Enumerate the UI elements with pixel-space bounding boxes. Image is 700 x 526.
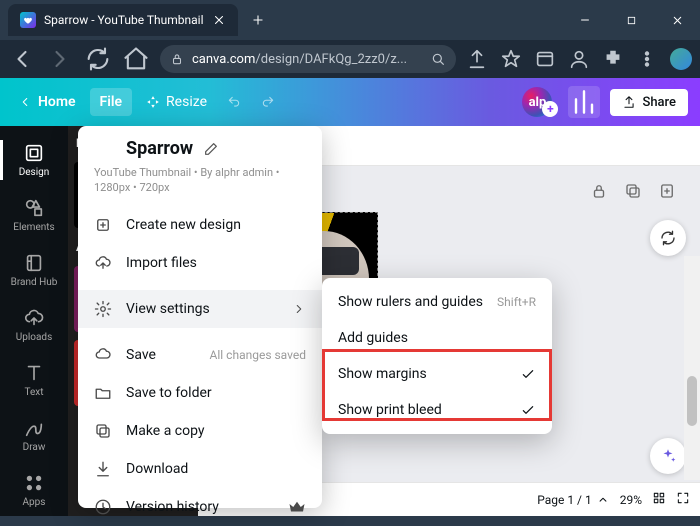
share-url-icon[interactable] [466, 48, 488, 70]
window-minimize[interactable] [562, 0, 608, 40]
zoom-level[interactable]: 29% [620, 493, 642, 507]
menu-import-files[interactable]: Import files [78, 244, 322, 282]
canva-favicon [20, 12, 36, 28]
window-maximize[interactable] [608, 0, 654, 40]
menu-save[interactable]: SaveAll changes saved [78, 336, 322, 374]
redo-button[interactable] [255, 91, 281, 113]
resize-label: Resize [166, 94, 207, 110]
resize-button[interactable]: Resize [140, 90, 213, 114]
submenu-add-guides[interactable]: Add guides [322, 320, 552, 356]
add-member-icon[interactable]: + [542, 101, 558, 117]
sidebar-item-elements[interactable]: Elements [0, 189, 68, 242]
back-button[interactable] [8, 45, 36, 73]
search-in-url-icon[interactable] [430, 51, 446, 67]
left-sidebar: Design Elements Brand Hub Uploads Text D… [0, 126, 68, 516]
magic-button[interactable] [650, 438, 686, 474]
browser-address-bar: canva.com/design/DAFkQg_2zz0/z... [0, 40, 700, 78]
window-icon[interactable] [534, 48, 556, 70]
edit-title-icon[interactable] [203, 141, 219, 157]
add-page-icon[interactable] [658, 182, 676, 200]
file-menu-button[interactable]: File [90, 88, 133, 116]
sidebar-item-design[interactable]: Design [0, 134, 68, 187]
extensions-icon[interactable] [602, 48, 624, 70]
home-button[interactable] [122, 45, 150, 73]
new-tab-button[interactable] [244, 6, 272, 34]
menu-view-settings[interactable]: View settings [78, 290, 322, 328]
menu-version-history[interactable]: Version history [78, 488, 322, 526]
sidebar-item-apps[interactable]: Apps [0, 463, 68, 516]
page-indicator[interactable]: Page 1 / 1 [537, 493, 610, 507]
shortcut-label: Shift+R [497, 295, 536, 309]
sidebar-item-text[interactable]: Text [0, 353, 68, 406]
file-title: Sparrow [126, 138, 193, 159]
forward-button[interactable] [46, 45, 74, 73]
duplicate-page-icon[interactable] [624, 182, 642, 200]
check-icon [520, 366, 536, 382]
file-panel: Sparrow YouTube Thumbnail • By alphr adm… [78, 126, 322, 508]
submenu-show-margins[interactable]: Show margins [322, 356, 552, 392]
menu-make-copy[interactable]: Make a copy [78, 412, 322, 450]
browser-tab[interactable]: Sparrow - YouTube Thumbnail [8, 4, 238, 36]
tab-title: Sparrow - YouTube Thumbnail [44, 13, 204, 27]
share-button[interactable]: Share [610, 89, 688, 116]
url-box[interactable]: canva.com/design/DAFkQg_2zz0/z... [160, 45, 456, 73]
undo-button[interactable] [221, 91, 247, 113]
check-icon [520, 402, 536, 418]
account-icon[interactable] [568, 48, 590, 70]
analytics-button[interactable] [568, 86, 600, 118]
crown-icon [288, 498, 306, 516]
browser-titlebar: Sparrow - YouTube Thumbnail [0, 0, 700, 40]
canva-toolbar: Home File Resize alp + Share [0, 78, 700, 126]
file-meta: YouTube Thumbnail • By alphr admin • 128… [78, 165, 322, 206]
chevron-right-icon [292, 302, 306, 316]
menu-download[interactable]: Download [78, 450, 322, 488]
sidebar-item-draw[interactable]: Draw [0, 408, 68, 461]
window-close[interactable] [654, 0, 700, 40]
url-domain: canva.com [192, 52, 255, 67]
grid-view-icon[interactable] [652, 491, 666, 508]
lock-page-icon[interactable] [590, 182, 608, 200]
refresh-canvas-button[interactable] [650, 220, 686, 256]
menu-create-new[interactable]: Create new design [78, 206, 322, 244]
lock-icon [170, 52, 184, 66]
save-status: All changes saved [210, 348, 306, 362]
menu-save-folder[interactable]: Save to folder [78, 374, 322, 412]
url-path: /design/DAFkQg_2zz0/z... [255, 52, 407, 67]
home-label: Home [38, 94, 76, 110]
submenu-show-bleed[interactable]: Show print bleed [322, 392, 552, 428]
share-label: Share [642, 95, 676, 110]
sidebar-item-brandhub[interactable]: Brand Hub [0, 244, 68, 297]
reload-button[interactable] [84, 45, 112, 73]
chevron-up-icon [596, 493, 610, 507]
close-tab-icon[interactable] [212, 13, 226, 27]
submenu-show-rulers[interactable]: Show rulers and guidesShift+R [322, 284, 552, 320]
sidebar-item-uploads[interactable]: Uploads [0, 299, 68, 352]
home-nav[interactable]: Home [12, 90, 82, 114]
vertical-scrollbar[interactable] [684, 256, 700, 480]
view-settings-submenu: Show rulers and guidesShift+R Add guides… [322, 278, 552, 434]
star-icon[interactable] [500, 48, 522, 70]
extension-badge[interactable] [670, 48, 692, 70]
more-icon[interactable] [636, 48, 658, 70]
fullscreen-icon[interactable] [676, 491, 690, 508]
